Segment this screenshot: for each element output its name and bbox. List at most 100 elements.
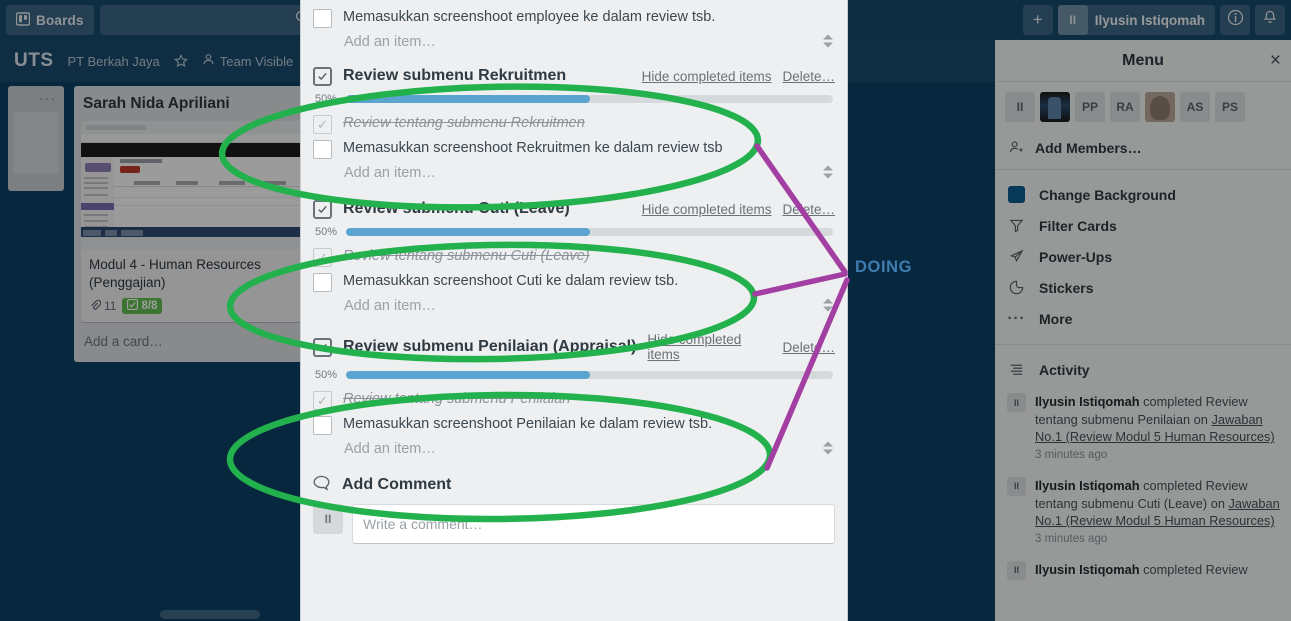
search-input[interactable]: [99, 5, 318, 35]
add-item-placeholder: Add an item…: [344, 298, 436, 314]
menu-item-filter-cards[interactable]: Filter Cards: [995, 210, 1291, 241]
checkbox-unchecked-icon[interactable]: [313, 9, 332, 28]
boards-label: Boards: [36, 12, 84, 28]
info-icon: [1227, 9, 1244, 31]
checklist-item[interactable]: Memasukkan screenshoot Cuti ke dalam rev…: [301, 267, 847, 292]
checklist-item[interactable]: ✓ Review tentang submenu Cuti (Leave): [301, 244, 847, 267]
member-avatar[interactable]: PS: [1215, 92, 1245, 122]
board-visibility[interactable]: Team Visible: [202, 53, 293, 69]
add-comment-section: Add Comment II Write a comment…: [301, 461, 847, 544]
checklist-icon: [313, 67, 332, 86]
menu-item-more[interactable]: ··· More: [995, 303, 1291, 334]
checklist-icon: [313, 200, 332, 219]
star-icon[interactable]: [173, 54, 188, 68]
activity-section-header: Activity: [995, 351, 1291, 385]
chevron-down-icon: [823, 449, 833, 455]
horizontal-scrollbar-thumb[interactable]: [160, 610, 260, 619]
add-a-card-button[interactable]: Add a card…: [81, 329, 312, 354]
checklist-progress: 50%: [301, 362, 847, 387]
add-members-label: Add Members…: [1035, 139, 1142, 156]
hide-completed-items-button[interactable]: Hide completed items: [647, 332, 771, 362]
add-button[interactable]: +: [1022, 5, 1053, 35]
checklist-item[interactable]: Memasukkan screenshoot Rekruitmen ke dal…: [301, 134, 847, 159]
checklist-title: Review submenu Rekruitmen: [343, 67, 567, 84]
checkbox-checked-icon[interactable]: ✓: [313, 391, 332, 410]
member-avatar[interactable]: PP: [1075, 92, 1105, 122]
checklist-cuti-leave: Review submenu Cuti (Leave) Hide complet…: [301, 185, 847, 318]
checklist-item-label: Review tentang submenu Cuti (Leave): [343, 248, 590, 264]
checkbox-checked-icon[interactable]: ✓: [313, 248, 332, 267]
checklist-item-label: Review tentang submenu Rekruitmen: [343, 115, 585, 131]
checklist-item[interactable]: ✓ Review tentang submenu Rekruitmen: [301, 111, 847, 134]
attachment-badge: 11: [89, 299, 116, 314]
activity-item: II Ilyusin Istiqomah completed Review: [995, 553, 1291, 588]
checklist-title: Review submenu Cuti (Leave): [343, 200, 570, 217]
notifications-button[interactable]: [1255, 5, 1285, 35]
comment-input[interactable]: Write a comment…: [352, 504, 835, 544]
spinner-stepper[interactable]: [823, 34, 833, 48]
checkbox-unchecked-icon[interactable]: [313, 416, 332, 435]
checklist-penilaian-appraisal: Review submenu Penilaian (Appraisal) Hid…: [301, 318, 847, 461]
avatar: II: [1007, 393, 1026, 412]
plus-icon: +: [1032, 10, 1043, 29]
chevron-down-icon: [823, 173, 833, 179]
add-comment-header: Add Comment: [313, 475, 835, 494]
delete-checklist-button[interactable]: Delete…: [782, 340, 835, 355]
checklist-item[interactable]: Memasukkan screenshoot Penilaian ke dala…: [301, 410, 847, 435]
checklist-item[interactable]: Memasukkan screenshoot employee ke dalam…: [301, 0, 847, 28]
menu-item-change-background[interactable]: Change Background: [995, 179, 1291, 210]
spinner-stepper[interactable]: [823, 441, 833, 455]
doing-annotation-label: DOING: [855, 258, 913, 276]
checkbox-unchecked-icon[interactable]: [313, 273, 332, 292]
member-avatar[interactable]: II: [1005, 92, 1035, 122]
hide-completed-items-button[interactable]: Hide completed items: [642, 69, 772, 84]
checklist-item[interactable]: ✓ Review tentang submenu Penilaian: [301, 387, 847, 410]
checklist-item-label: Memasukkan screenshoot employee ke dalam…: [343, 9, 716, 25]
team-name[interactable]: PT Berkah Jaya: [68, 54, 160, 69]
menu-item-stickers[interactable]: Stickers: [995, 272, 1291, 303]
checklist-icon: [127, 299, 139, 313]
checkbox-unchecked-icon[interactable]: [313, 140, 332, 159]
menu-item-power-ups[interactable]: Power-Ups: [995, 241, 1291, 272]
checklist-header: Review submenu Rekruitmen Hide completed…: [301, 66, 847, 86]
add-item-input[interactable]: Add an item…: [301, 292, 847, 318]
spinner-stepper[interactable]: [823, 165, 833, 179]
checkbox-checked-icon[interactable]: ✓: [313, 115, 332, 134]
comment-input-row: II Write a comment…: [313, 504, 835, 544]
board-menu-sidebar: Menu × II PP RA AS PS Add Members… Chang…: [995, 40, 1291, 621]
member-avatar[interactable]: RA: [1110, 92, 1140, 122]
add-item-placeholder: Add an item…: [344, 165, 436, 181]
list-placeholder-card: [13, 112, 59, 174]
checklist-actions: Hide completed items Delete…: [647, 332, 835, 362]
user-menu-button[interactable]: II Ilyusin Istiqomah: [1057, 5, 1215, 35]
hide-completed-items-button[interactable]: Hide completed items: [642, 202, 772, 217]
close-icon[interactable]: ×: [1270, 50, 1281, 72]
add-item-input[interactable]: Add an item…: [301, 435, 847, 461]
member-avatar[interactable]: [1040, 92, 1070, 122]
boards-button[interactable]: Boards: [6, 5, 94, 35]
progress-bar: [346, 228, 833, 236]
delete-checklist-button[interactable]: Delete…: [782, 202, 835, 217]
progress-percent-label: 50%: [315, 369, 338, 381]
add-item-input[interactable]: Add an item…: [301, 159, 847, 185]
add-members-button[interactable]: Add Members…: [995, 132, 1291, 170]
checklist-progress: 50%: [301, 86, 847, 111]
progress-percent-label: 50%: [315, 226, 338, 238]
spinner-stepper[interactable]: [823, 298, 833, 312]
add-item-input[interactable]: Add an item…: [301, 28, 847, 54]
delete-checklist-button[interactable]: Delete…: [782, 69, 835, 84]
avatar: II: [1007, 560, 1026, 580]
progress-bar: [346, 95, 833, 103]
add-comment-title: Add Comment: [342, 475, 452, 493]
ellipsis-icon: ···: [1007, 310, 1026, 327]
member-avatar[interactable]: AS: [1180, 92, 1210, 122]
info-button[interactable]: [1220, 5, 1250, 35]
list-menu-icon[interactable]: ···: [39, 90, 56, 106]
checklist-header: Review submenu Penilaian (Appraisal) Hid…: [301, 332, 847, 362]
card-detail-panel: Memasukkan screenshoot employee ke dalam…: [300, 0, 848, 621]
board-card[interactable]: Modul 4 - Human Resources (Penggajian) 1…: [81, 121, 312, 323]
checklist-actions: Hide completed items Delete…: [642, 69, 835, 84]
member-avatar[interactable]: [1145, 92, 1175, 122]
progress-percent-label: 50%: [315, 93, 338, 105]
list-collapsed[interactable]: ···: [8, 86, 64, 191]
